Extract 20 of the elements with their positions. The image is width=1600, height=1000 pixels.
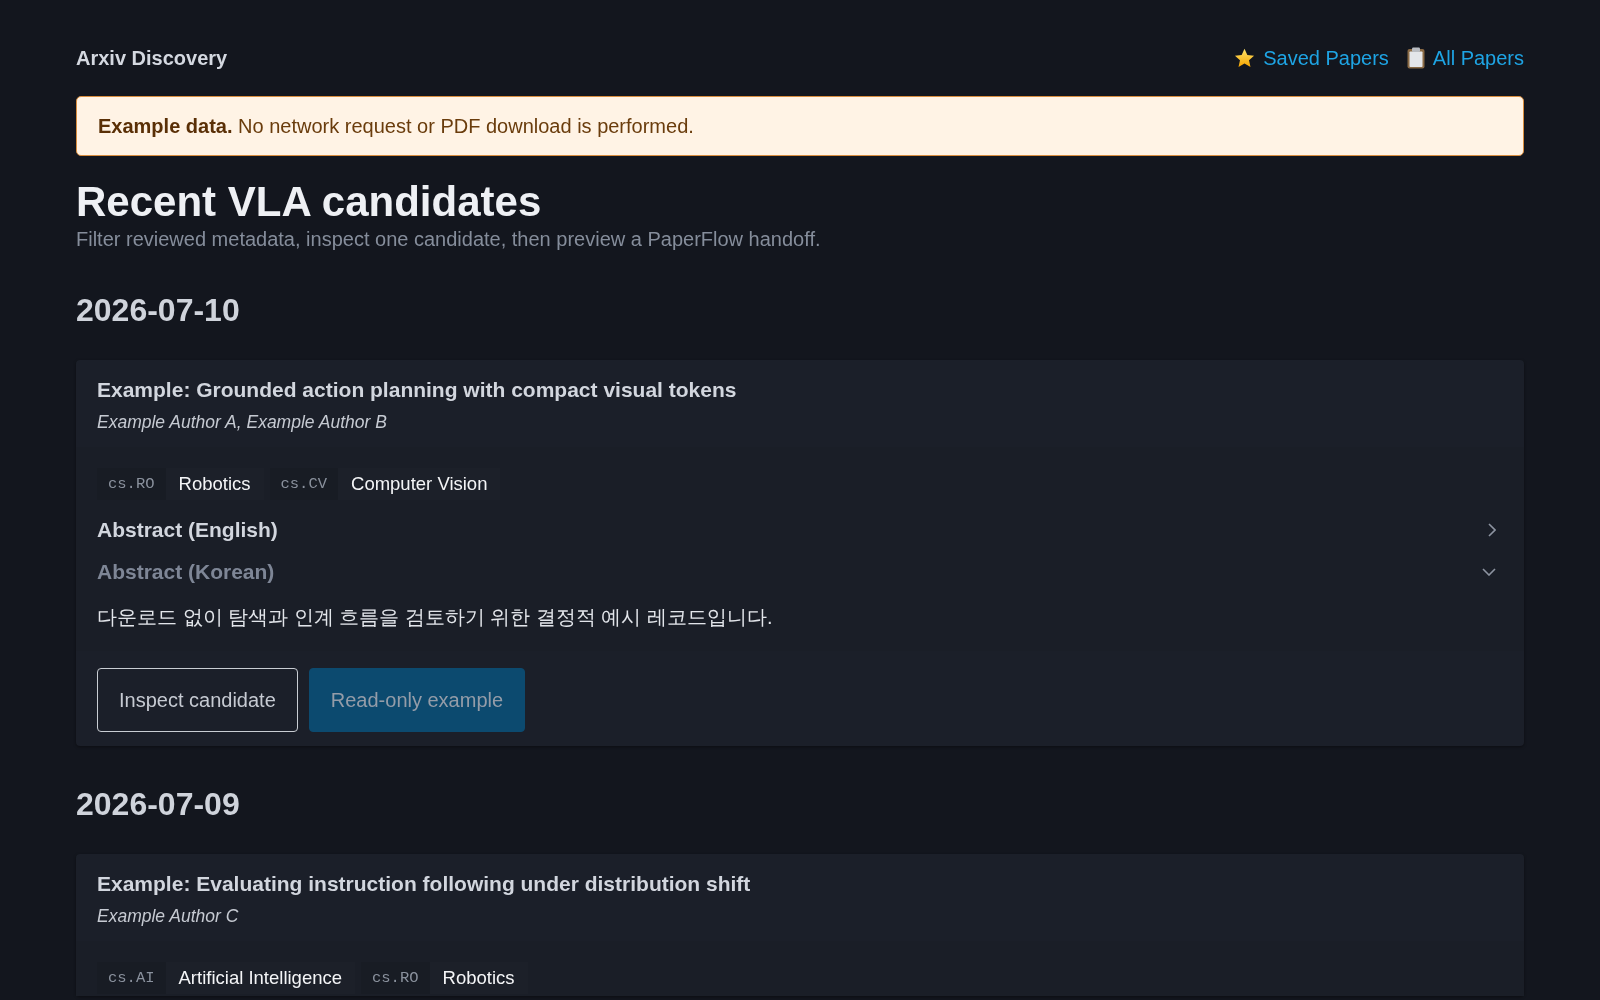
notice-banner: Example data. No network request or PDF download is performed. (76, 96, 1524, 156)
nav-link[interactable]: Saved Papers (1234, 44, 1389, 72)
chevron-right-icon (1488, 523, 1496, 537)
star-icon (1234, 47, 1256, 69)
page-title: Recent VLA candidates (76, 178, 543, 226)
app-title: Arxiv Discovery (76, 46, 228, 71)
nav-link[interactable]: All Papers (1406, 44, 1524, 72)
clipboard-icon (1406, 47, 1425, 69)
abstract-toggle[interactable]: Abstract (Korean) (97, 558, 1503, 586)
paper-title: Example: Evaluating instruction following under distribution shift (97, 871, 752, 897)
date-heading: 2026-07-10 (76, 291, 241, 330)
abstract-toggle[interactable]: Abstract (English) (97, 516, 1503, 544)
page-subtitle: Filter reviewed metadata, inspect one candidate, then preview a PaperFlow handoff. (76, 227, 822, 252)
paper-authors: Example Author C (97, 905, 240, 928)
abstract-text: 다운로드 없이 탐색과 인계 흐름을 검토하기 위한 결정적 예시 레코드입니다. (97, 605, 774, 630)
date-heading: 2026-07-09 (76, 785, 241, 824)
inspect-button[interactable]: Inspect candidate (97, 668, 298, 732)
paper-authors: Example Author A, Example Author B (97, 411, 388, 434)
paper-title: Example: Grounded action planning with compact visual tokens (97, 377, 738, 403)
chevron-down-icon (1482, 568, 1496, 576)
